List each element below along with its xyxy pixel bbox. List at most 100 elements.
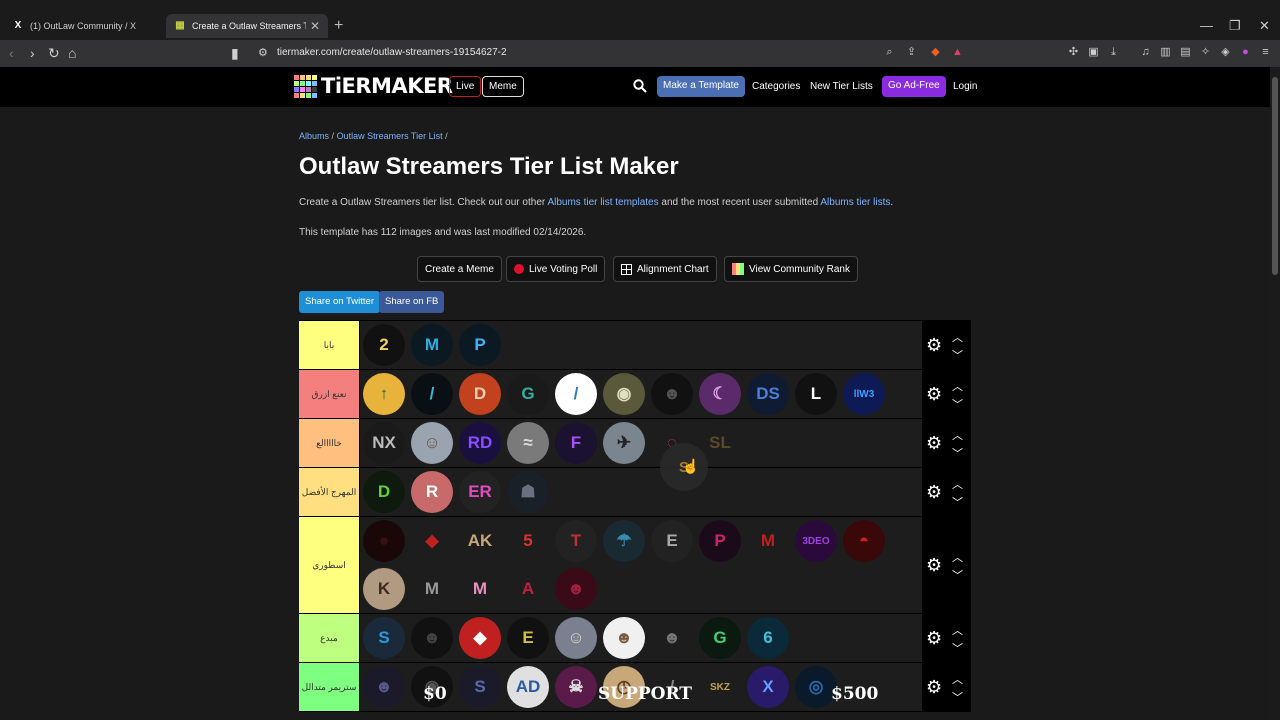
tier-label[interactable]: بابا [299, 321, 360, 369]
chevron-down-icon[interactable]: ﹀ [952, 567, 963, 583]
chevron-down-icon[interactable]: ﹀ [952, 347, 963, 363]
tier-item[interactable]: ✈ [600, 419, 648, 467]
make-template-button[interactable]: Make a Template [657, 76, 745, 97]
chevron-up-icon[interactable]: ︿ [952, 378, 963, 394]
wallet-icon[interactable]: ▤ [1179, 46, 1192, 59]
tier-item[interactable]: S [360, 614, 408, 662]
live-button[interactable]: Live [449, 76, 482, 97]
url-text[interactable]: tiermaker.com/create/outlaw-streamers-19… [277, 47, 507, 58]
tier-items[interactable]: S ☻ ◆ E ☺ ☻ ☻ G 6 [360, 614, 922, 662]
albums-tier-lists-link[interactable]: Albums tier lists [820, 197, 890, 208]
tier-item[interactable]: L [792, 370, 840, 418]
tier-item[interactable]: D [360, 468, 408, 516]
tier-item[interactable]: 6 [744, 614, 792, 662]
chevron-down-icon[interactable]: ﹀ [952, 640, 963, 656]
tier-items[interactable]: ↑ / D G / ◉ ☻ ☾ DS LllW3 [360, 370, 922, 418]
minimize-icon[interactable]: — [1200, 18, 1213, 33]
new-tier-lists-link[interactable]: New Tier Lists [810, 81, 873, 92]
new-tab-icon[interactable]: + [334, 17, 343, 35]
search-icon[interactable] [633, 79, 647, 93]
albums-templates-link[interactable]: Albums tier list templates [547, 197, 658, 208]
tier-item[interactable]: F [552, 419, 600, 467]
chevron-up-icon[interactable]: ︿ [952, 671, 963, 687]
tier-item[interactable]: ☗ [504, 468, 552, 516]
zoom-icon[interactable]: ⌕ [883, 46, 896, 59]
gear-icon[interactable]: ⚙ [926, 385, 942, 403]
gear-icon[interactable]: ⚙ [926, 434, 942, 452]
tier-label[interactable]: اسطوري [299, 517, 360, 613]
chevron-up-icon[interactable]: ︿ [952, 427, 963, 443]
chevron-up-icon[interactable]: ︿ [952, 549, 963, 565]
tier-item[interactable]: E [504, 614, 552, 662]
tier-item[interactable]: M [408, 321, 456, 369]
tier-item[interactable]: ◉ [600, 370, 648, 418]
profile-icon[interactable]: ● [1239, 46, 1252, 59]
screenshot-icon[interactable]: ▣ [1087, 46, 1100, 59]
tiermaker-logo[interactable]: TiERMAKER [294, 74, 453, 98]
categories-link[interactable]: Categories [752, 81, 800, 92]
page-scrollbar[interactable] [1270, 67, 1280, 720]
tier-item[interactable]: ☻ [648, 370, 696, 418]
tier-item[interactable]: ☻ [408, 614, 456, 662]
tier-label[interactable]: مبدع [299, 614, 360, 662]
alignment-chart-button[interactable]: Alignment Chart [613, 256, 717, 282]
forward-icon[interactable]: › [30, 45, 35, 61]
share-fb-button[interactable]: Share on FB [379, 291, 445, 313]
tier-label[interactable]: خااااالع [299, 419, 360, 467]
menu-icon[interactable]: ≡ [1259, 46, 1272, 59]
bookmark-icon[interactable]: ▮ [231, 45, 239, 61]
meme-button[interactable]: Meme [482, 76, 524, 97]
tier-item[interactable]: G [504, 370, 552, 418]
tier-item[interactable]: ◓ [840, 517, 888, 565]
tier-item[interactable]: ☻ [648, 614, 696, 662]
tier-items[interactable]: NX ☺ RD ≈ F ✈ ◌ SL [360, 419, 922, 467]
tier-item[interactable]: T [552, 517, 600, 565]
download-icon[interactable]: ⤓ [1107, 46, 1120, 59]
tier-items[interactable]: ● ◆ AK 5 T ☂ E P M 3DEO ◓ K M M A ☻ [360, 517, 922, 613]
tier-item[interactable]: ☻ [600, 614, 648, 662]
chevron-down-icon[interactable]: ﹀ [952, 494, 963, 510]
tier-item[interactable]: llW3 [840, 370, 888, 418]
gear-icon[interactable]: ⚙ [926, 678, 942, 696]
tier-label[interactable]: المهرج الأفضل [299, 468, 360, 516]
tier-item[interactable]: ◆ [408, 517, 456, 565]
tier-item[interactable]: / [552, 370, 600, 418]
tier-item[interactable]: D [456, 370, 504, 418]
tab-tiermaker[interactable]: ▦ Create a Outlaw Streamers Tier L ✕ [166, 14, 328, 38]
create-meme-button[interactable]: Create a Meme [417, 256, 502, 282]
tier-item[interactable]: M [408, 565, 456, 613]
tier-item[interactable]: ☾ [696, 370, 744, 418]
community-rank-button[interactable]: View Community Rank [724, 256, 858, 282]
brave-rewards-icon[interactable]: ▲ [951, 46, 964, 59]
tier-item[interactable]: 3DEO [792, 517, 840, 565]
tier-item[interactable]: 5 [504, 517, 552, 565]
tier-item[interactable]: RD [456, 419, 504, 467]
leo-icon[interactable]: ✧ [1199, 46, 1212, 59]
tier-item[interactable]: ↑ [360, 370, 408, 418]
breadcrumb-albums[interactable]: Albums [299, 131, 329, 141]
tier-item[interactable]: G [696, 614, 744, 662]
tier-label[interactable]: نعنع ازرق [299, 370, 360, 418]
tier-item[interactable]: ☺ [552, 614, 600, 662]
go-ad-free-button[interactable]: Go Ad-Free [882, 76, 946, 97]
gear-icon[interactable]: ⚙ [926, 629, 942, 647]
restore-icon[interactable]: ❐ [1229, 18, 1241, 34]
chevron-down-icon[interactable]: ﹀ [952, 396, 963, 412]
tier-item[interactable]: ☺ [408, 419, 456, 467]
tier-items[interactable]: 2MP [360, 321, 922, 369]
tier-item[interactable]: ER [456, 468, 504, 516]
sidebar-icon[interactable]: ▥ [1159, 46, 1172, 59]
tier-item[interactable]: ≈ [504, 419, 552, 467]
tier-item[interactable]: AK [456, 517, 504, 565]
media-icon[interactable]: ♫ [1139, 46, 1152, 59]
chevron-up-icon[interactable]: ︿ [952, 622, 963, 638]
support-banner[interactable]: $0 SUPPORT $500 [360, 677, 920, 709]
tier-item[interactable]: ◆ [456, 614, 504, 662]
tier-item[interactable]: ☂ [600, 517, 648, 565]
tier-label[interactable]: ستريمر متدالل [299, 663, 360, 711]
home-icon[interactable]: ⌂ [68, 45, 76, 61]
chevron-up-icon[interactable]: ︿ [952, 329, 963, 345]
login-link[interactable]: Login [953, 81, 977, 92]
chevron-down-icon[interactable]: ﹀ [952, 445, 963, 461]
tier-item[interactable]: E [648, 517, 696, 565]
